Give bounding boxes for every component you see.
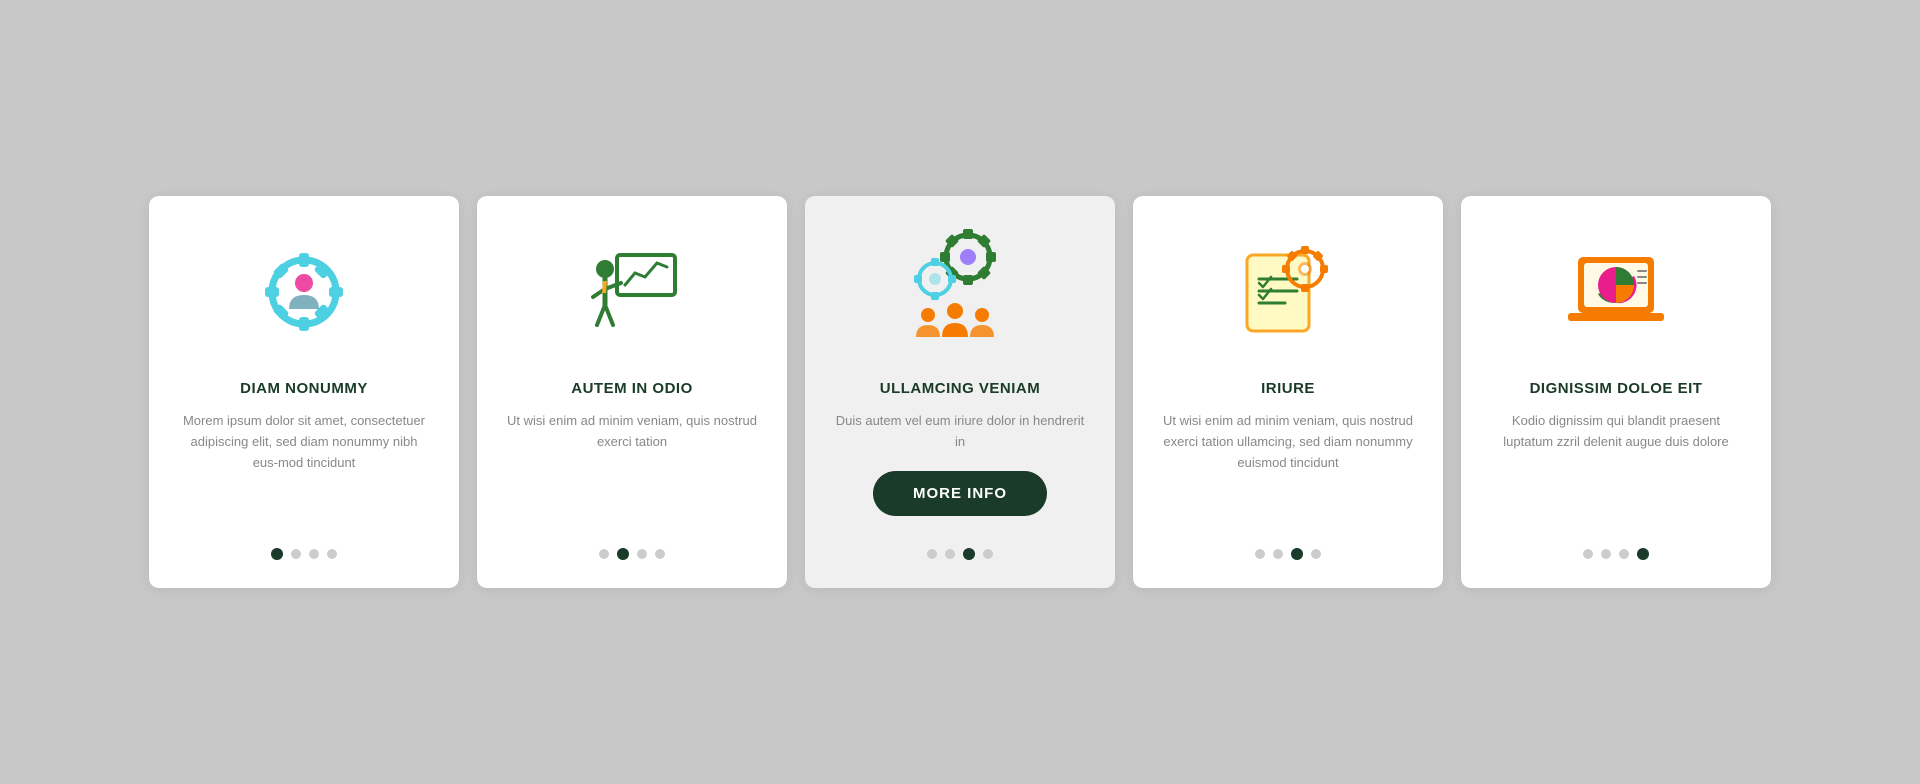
card-2-text: Ut wisi enim ad minim veniam, quis nostr… bbox=[505, 411, 759, 526]
dot bbox=[927, 549, 937, 559]
cards-container: DIAM NONUMMY Morem ipsum dolor sit amet,… bbox=[89, 156, 1831, 628]
dot bbox=[1255, 549, 1265, 559]
card-2: AUTEM IN ODIO Ut wisi enim ad minim veni… bbox=[477, 196, 787, 588]
dot bbox=[1311, 549, 1321, 559]
dot bbox=[309, 549, 319, 559]
dot bbox=[983, 549, 993, 559]
card-1: DIAM NONUMMY Morem ipsum dolor sit amet,… bbox=[149, 196, 459, 588]
dot bbox=[1637, 548, 1649, 560]
card-4-dots bbox=[1255, 548, 1321, 560]
card-3-text: Duis autem vel eum iriure dolor in hendr… bbox=[833, 411, 1087, 453]
card-3: ULLAMCING VENIAM Duis autem vel eum iriu… bbox=[805, 196, 1115, 588]
dot bbox=[271, 548, 283, 560]
card-1-title: DIAM NONUMMY bbox=[240, 380, 368, 397]
laptop-chart-icon bbox=[1556, 232, 1676, 352]
more-info-button[interactable]: MORE INFO bbox=[873, 471, 1047, 516]
gear-person-icon bbox=[244, 232, 364, 352]
dot bbox=[945, 549, 955, 559]
presenter-icon bbox=[572, 232, 692, 352]
dot bbox=[599, 549, 609, 559]
gears-team-icon bbox=[900, 232, 1020, 352]
dot bbox=[637, 549, 647, 559]
card-4-text: Ut wisi enim ad minim veniam, quis nostr… bbox=[1161, 411, 1415, 526]
card-2-title: AUTEM IN ODIO bbox=[571, 380, 693, 397]
card-5: DIGNISSIM DOLOE EIT Kodio dignissim qui … bbox=[1461, 196, 1771, 588]
card-1-text: Morem ipsum dolor sit amet, consectetuer… bbox=[177, 411, 431, 526]
dot bbox=[1273, 549, 1283, 559]
card-5-dots bbox=[1583, 548, 1649, 560]
dot bbox=[655, 549, 665, 559]
dot bbox=[617, 548, 629, 560]
dot bbox=[1619, 549, 1629, 559]
dot bbox=[963, 548, 975, 560]
card-2-dots bbox=[599, 548, 665, 560]
card-5-title: DIGNISSIM DOLOE EIT bbox=[1530, 380, 1703, 397]
dot bbox=[291, 549, 301, 559]
card-4: IRIURE Ut wisi enim ad minim veniam, qui… bbox=[1133, 196, 1443, 588]
card-4-title: IRIURE bbox=[1261, 380, 1315, 397]
dot bbox=[1601, 549, 1611, 559]
dot bbox=[327, 549, 337, 559]
dot bbox=[1583, 549, 1593, 559]
card-5-text: Kodio dignissim qui blandit praesent lup… bbox=[1489, 411, 1743, 526]
card-3-title: ULLAMCING VENIAM bbox=[880, 380, 1041, 397]
checklist-gear-icon bbox=[1228, 232, 1348, 352]
card-3-dots bbox=[927, 548, 993, 560]
dot bbox=[1291, 548, 1303, 560]
card-1-dots bbox=[271, 548, 337, 560]
